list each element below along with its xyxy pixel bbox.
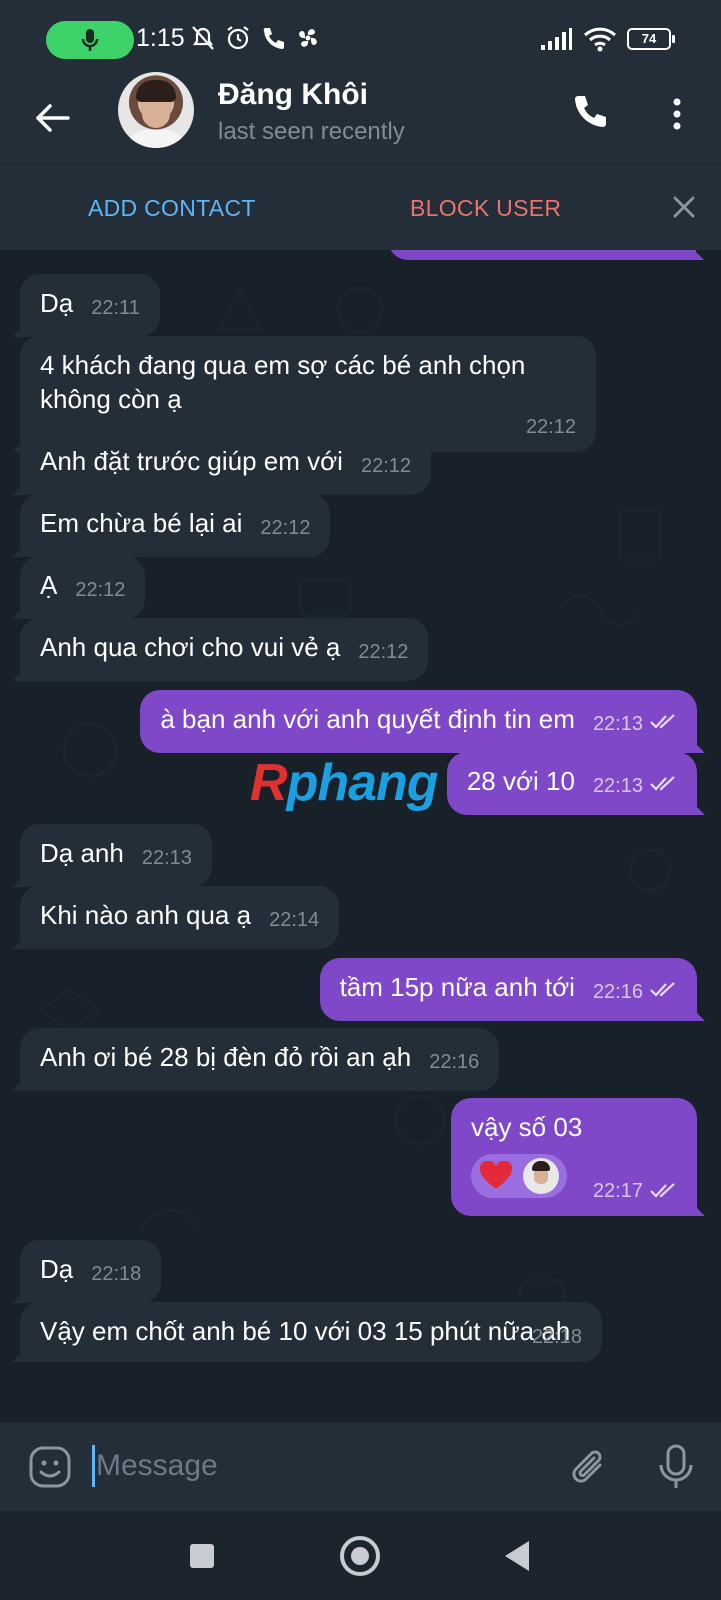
message-text: Khi nào anh qua ạ xyxy=(40,900,252,930)
arrow-left-icon[interactable] xyxy=(30,96,74,140)
reactor-avatar xyxy=(523,1158,559,1194)
message-text: Em chừa bé lại ai xyxy=(40,508,243,538)
message-text: Anh đặt trước giúp em với xyxy=(40,446,343,476)
message-time: 22:12 xyxy=(360,455,412,477)
message-time: 22:18 xyxy=(91,1263,142,1285)
message-time: 22:12 xyxy=(358,641,409,663)
back-button[interactable] xyxy=(505,1541,529,1571)
message-text: Anh ơi bé 28 bị đèn đỏ rồi an ạh xyxy=(40,1042,412,1072)
contact-name[interactable]: Đăng Khôi xyxy=(218,78,368,112)
message-time: 22:17 xyxy=(593,1174,677,1208)
message-text: Dạ xyxy=(40,288,74,318)
message-time: 22:16 xyxy=(429,1051,480,1073)
message-bubble-outgoing[interactable]: 28 với 10 22:13 xyxy=(446,752,697,815)
chat-header: Đăng Khôi last seen recently xyxy=(0,72,721,164)
message-time: 22:12 xyxy=(75,579,126,601)
message-text: Dạ xyxy=(40,1254,74,1284)
double-check-icon xyxy=(650,776,675,791)
fan-icon xyxy=(299,29,317,47)
text-cursor xyxy=(92,1445,95,1487)
message-time: 22:16 xyxy=(592,981,643,1003)
message-text: vậy số 03 xyxy=(471,1112,583,1142)
message-bubble-incoming[interactable]: Dạ 22:11 xyxy=(20,274,160,337)
message-time: 22:12 xyxy=(260,517,311,539)
message-text: Ạ xyxy=(40,570,58,600)
status-bar: 1:15 74 xyxy=(0,0,721,78)
message-bubble-outgoing[interactable]: vậy số 03 22:17 xyxy=(451,1098,697,1216)
message-bubble-outgoing[interactable]: tầm 15p nữa anh tới 22:16 xyxy=(319,958,697,1021)
add-contact-button[interactable]: ADD CONTACT xyxy=(88,195,256,222)
message-bubble-incoming[interactable]: Khi nào anh qua ạ 22:14 xyxy=(20,886,340,949)
alarm-icon xyxy=(227,26,249,50)
message-text: 28 với 10 xyxy=(466,766,575,796)
wifi-icon xyxy=(583,27,617,52)
message-time: 22:13 xyxy=(141,847,192,869)
contact-action-bar: ADD CONTACT BLOCK USER xyxy=(0,164,721,250)
signal-icon xyxy=(541,28,572,50)
message-bubble-incoming[interactable]: Anh qua chơi cho vui vẻ ạ 22:12 xyxy=(20,618,429,681)
message-time: 22:18 xyxy=(531,1326,582,1348)
message-bubble-partial xyxy=(388,250,696,260)
microphone-icon[interactable] xyxy=(656,1443,696,1491)
chat-area[interactable]: Dạ 22:11 4 khách đang qua em sợ các bé an… xyxy=(0,250,721,1423)
phone-icon[interactable] xyxy=(570,92,610,132)
message-text: tầm 15p nữa anh tới xyxy=(339,972,575,1002)
message-text: Vậy em chốt anh bé 10 với 03 15 phút nữa… xyxy=(40,1316,571,1346)
double-check-icon xyxy=(650,982,675,997)
double-check-icon xyxy=(650,1183,675,1198)
message-input[interactable] xyxy=(96,1441,536,1491)
recent-apps-button[interactable] xyxy=(190,1544,214,1568)
microphone-indicator-icon xyxy=(81,29,99,51)
message-bubble-incoming[interactable]: Vậy em chốt anh bé 10 với 03 15 phút nữa… xyxy=(20,1302,602,1362)
more-vertical-icon[interactable] xyxy=(662,94,692,134)
message-bubble-outgoing[interactable]: à bạn anh với anh quyết định tin em 22:13 xyxy=(140,690,697,753)
bell-off-icon xyxy=(192,26,214,50)
message-bubble-incoming[interactable]: Anh đặt trước giúp em với 22:12 xyxy=(20,432,432,495)
contact-avatar[interactable] xyxy=(118,72,194,148)
battery-indicator: 74 xyxy=(627,28,675,50)
message-time: 22:13 xyxy=(592,775,643,797)
message-time: 22:14 xyxy=(269,909,320,931)
watermark-logo: Rphang xyxy=(250,754,439,812)
message-time: 22:13 xyxy=(592,713,643,735)
message-text: à bạn anh với anh quyết định tin em xyxy=(160,704,575,734)
system-nav-bar xyxy=(0,1511,721,1600)
double-check-icon xyxy=(650,714,675,729)
message-time: 22:11 xyxy=(91,297,140,319)
message-bubble-incoming[interactable]: Em chừa bé lại ai 22:12 xyxy=(20,494,331,557)
mic-active-indicator xyxy=(46,21,134,59)
message-text: Dạ anh xyxy=(40,838,124,868)
message-bubble-incoming[interactable]: Dạ anh 22:13 xyxy=(20,824,212,887)
contact-last-seen: last seen recently xyxy=(218,118,405,145)
phone-status-icon xyxy=(263,28,284,49)
message-bubble-incoming[interactable]: Anh ơi bé 28 bị đèn đỏ rồi an ạh 22:16 xyxy=(20,1028,500,1091)
emoji-icon[interactable] xyxy=(28,1445,72,1489)
heart-icon xyxy=(479,1161,513,1189)
message-text: Anh qua chơi cho vui vẻ ạ xyxy=(40,632,341,662)
reaction-chip[interactable] xyxy=(471,1154,567,1198)
message-bubble-incoming[interactable]: Ạ 22:12 xyxy=(20,556,146,619)
message-text: 4 khách đang qua em sợ các bé anh chọn k… xyxy=(40,350,526,414)
message-composer xyxy=(0,1423,721,1511)
paperclip-icon[interactable] xyxy=(568,1445,612,1489)
home-button[interactable] xyxy=(340,1536,380,1576)
status-time: 1:15 xyxy=(136,24,185,52)
message-bubble-incoming[interactable]: Dạ 22:18 xyxy=(20,1240,162,1303)
close-icon[interactable] xyxy=(670,193,698,221)
block-user-button[interactable]: BLOCK USER xyxy=(410,195,561,222)
message-time: 22:12 xyxy=(525,416,576,438)
